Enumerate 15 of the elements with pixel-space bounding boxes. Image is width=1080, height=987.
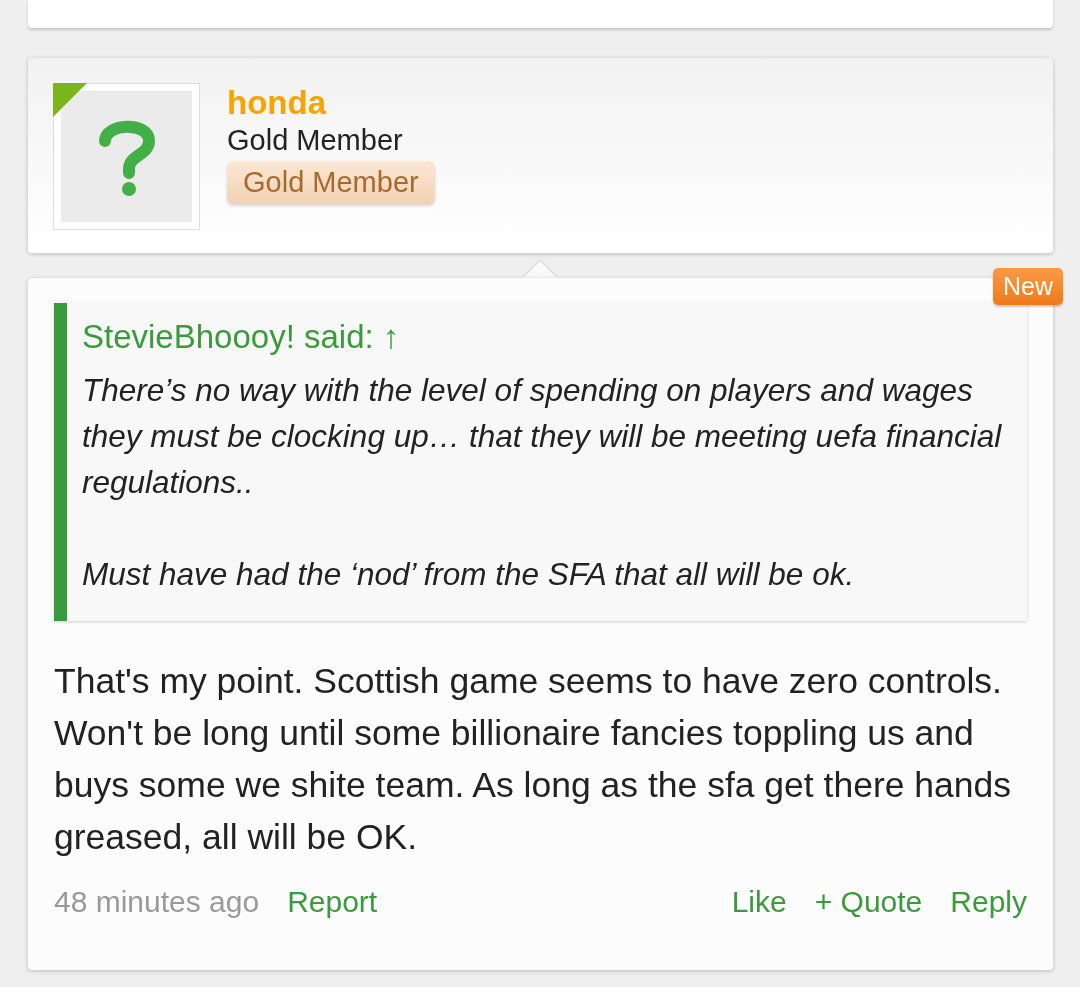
username-link[interactable]: honda xyxy=(227,83,326,123)
quote-author-link[interactable]: StevieBhoooy! said: ↑ xyxy=(82,317,400,357)
quote-text: There’s no way with the level of spending on players and wages they must be clocking up… that they will be meeting uefa financial regulations.. xyxy=(82,371,1003,502)
action-link[interactable]: + Quote xyxy=(814,885,923,919)
user-title: Gold Member xyxy=(227,123,403,157)
action-link[interactable]: Reply xyxy=(950,885,1027,919)
corner-flag-icon xyxy=(53,83,87,117)
new-badge: New xyxy=(993,268,1063,305)
action-link[interactable]: Like xyxy=(731,885,787,919)
message-text: That's my point. Scottish game seems to have zero controls. Won't be long until some billionaire fancies toppling us and buys some we shite team. As long as the sfa get there hands greased, all will be OK. xyxy=(54,660,1013,859)
avatar[interactable] xyxy=(53,83,200,230)
user-badge: Gold Member xyxy=(227,161,435,204)
quote-text: Must have had the ‘nod’ from the SFA that all will be ok. xyxy=(82,555,855,594)
post-time: 48 minutes ago xyxy=(54,885,260,919)
report-link[interactable]: Report xyxy=(287,885,378,919)
